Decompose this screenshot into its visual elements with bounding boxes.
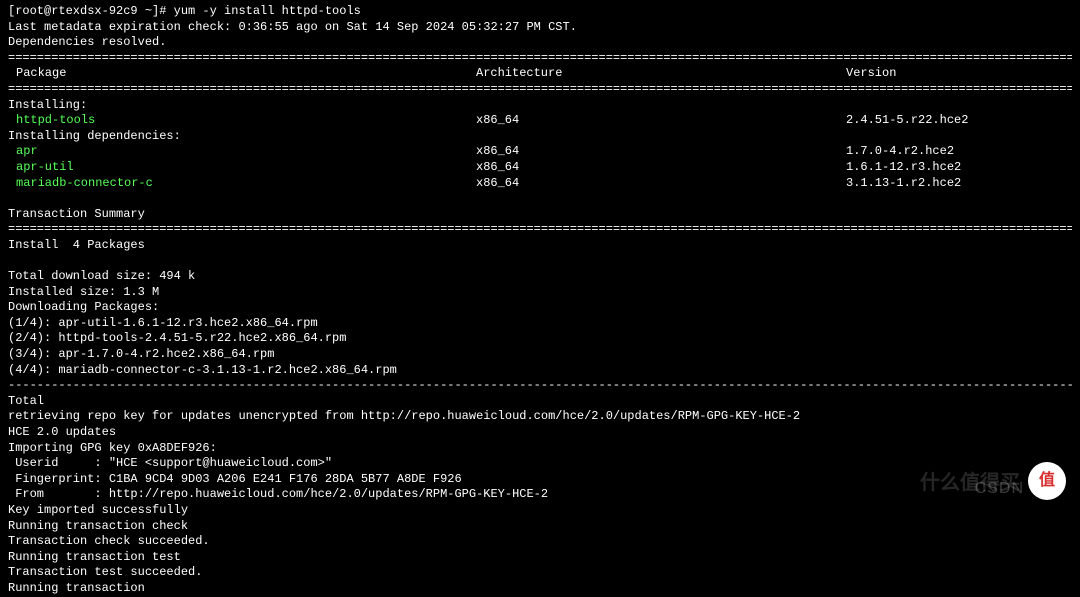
download-size: Total download size: 494 k bbox=[8, 269, 1072, 285]
pkg-name: httpd-tools bbox=[8, 113, 476, 129]
summary-label: Transaction Summary bbox=[8, 207, 1072, 223]
col-package: Package bbox=[8, 66, 476, 82]
status-line: Key imported successfully bbox=[8, 503, 1072, 519]
pkg-name: apr bbox=[8, 144, 476, 160]
status-line: Transaction check succeeded. bbox=[8, 534, 1072, 550]
blank bbox=[8, 254, 1072, 270]
status-line: Running transaction test bbox=[8, 550, 1072, 566]
pkg-arch: x86_64 bbox=[476, 144, 846, 160]
meta-expire: Last metadata expiration check: 0:36:55 … bbox=[8, 20, 1072, 36]
installed-size: Installed size: 1.3 M bbox=[8, 285, 1072, 301]
download-line: (2/4): httpd-tools-2.4.51-5.r22.hce2.x86… bbox=[8, 331, 1072, 347]
installing-label: Installing: bbox=[8, 98, 1072, 114]
separator: ========================================… bbox=[8, 222, 1072, 238]
pkg-ver: 1.7.0-4.r2.hce2 bbox=[846, 144, 1072, 160]
pkg-name: mariadb-connector-c bbox=[8, 176, 476, 192]
pkg-arch: x86_64 bbox=[476, 113, 846, 129]
download-line: (4/4): mariadb-connector-c-3.1.13-1.r2.h… bbox=[8, 363, 1072, 379]
downloading-label: Downloading Packages: bbox=[8, 300, 1072, 316]
status-line: Transaction test succeeded. bbox=[8, 565, 1072, 581]
separator: ========================================… bbox=[8, 82, 1072, 98]
pkg-arch: x86_64 bbox=[476, 176, 846, 192]
pkg-arch: x86_64 bbox=[476, 160, 846, 176]
gpg-import: Importing GPG key 0xA8DEF926: bbox=[8, 441, 1072, 457]
deps-resolved: Dependencies resolved. bbox=[8, 35, 1072, 51]
install-count: Install 4 Packages bbox=[8, 238, 1072, 254]
blank bbox=[8, 191, 1072, 207]
col-version: Version bbox=[846, 66, 1072, 82]
repo-key: retrieving repo key for updates unencryp… bbox=[8, 409, 1072, 425]
table-header: Package Architecture Version bbox=[8, 66, 1072, 82]
dash-separator: ----------------------------------------… bbox=[8, 378, 1072, 394]
pkg-name: apr-util bbox=[8, 160, 476, 176]
gpg-userid: Userid : "HCE <support@huaweicloud.com>" bbox=[8, 456, 1072, 472]
pkg-ver: 2.4.51-5.r22.hce2 bbox=[846, 113, 1072, 129]
col-arch: Architecture bbox=[476, 66, 846, 82]
status-line: Running transaction check bbox=[8, 519, 1072, 535]
table-row: apr x86_64 1.7.0-4.r2.hce2 bbox=[8, 144, 1072, 160]
table-row: httpd-tools x86_64 2.4.51-5.r22.hce2 bbox=[8, 113, 1072, 129]
total-label: Total bbox=[8, 394, 1072, 410]
gpg-fingerprint: Fingerprint: C1BA 9CD4 9D03 A206 E241 F1… bbox=[8, 472, 1072, 488]
table-row: mariadb-connector-c x86_64 3.1.13-1.r2.h… bbox=[8, 176, 1072, 192]
hce-updates: HCE 2.0 updates bbox=[8, 425, 1072, 441]
table-row: apr-util x86_64 1.6.1-12.r3.hce2 bbox=[8, 160, 1072, 176]
download-line: (3/4): apr-1.7.0-4.r2.hce2.x86_64.rpm bbox=[8, 347, 1072, 363]
separator: ========================================… bbox=[8, 51, 1072, 67]
download-line: (1/4): apr-util-1.6.1-12.r3.hce2.x86_64.… bbox=[8, 316, 1072, 332]
gpg-from: From : http://repo.huaweicloud.com/hce/2… bbox=[8, 487, 1072, 503]
pkg-ver: 1.6.1-12.r3.hce2 bbox=[846, 160, 1072, 176]
status-line: Running transaction bbox=[8, 581, 1072, 597]
shell-prompt: [root@rtexdsx-92c9 ~]# yum -y install ht… bbox=[8, 4, 1072, 20]
deps-label: Installing dependencies: bbox=[8, 129, 1072, 145]
pkg-ver: 3.1.13-1.r2.hce2 bbox=[846, 176, 1072, 192]
